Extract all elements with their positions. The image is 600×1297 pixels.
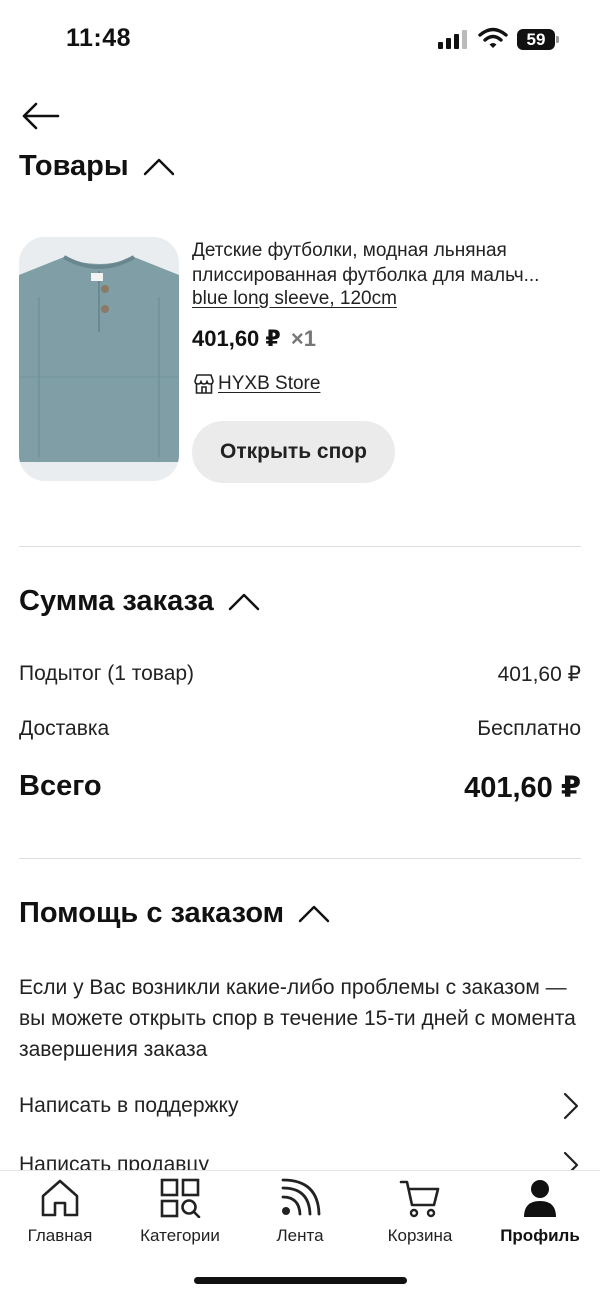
- battery-cap: [556, 36, 559, 43]
- categories-icon: [160, 1178, 201, 1218]
- total-label: Всего: [19, 770, 102, 802]
- help-section-title: Помощь с заказом: [19, 897, 285, 929]
- product-quantity: ×1: [290, 326, 316, 351]
- battery-indicator: 59: [517, 29, 559, 50]
- cellular-signal-icon: [438, 30, 467, 49]
- divider: [19, 546, 581, 547]
- tab-home[interactable]: Главная: [0, 1177, 120, 1247]
- cart-icon: [399, 1180, 440, 1218]
- shirt-image: [19, 237, 179, 481]
- contact-support-label: Написать в поддержку: [19, 1094, 239, 1117]
- divider: [19, 858, 581, 859]
- contact-support-link[interactable]: Написать в поддержку: [19, 1084, 581, 1128]
- arrow-left-icon: [22, 102, 60, 130]
- summary-section-header[interactable]: Сумма заказа: [19, 585, 260, 618]
- products-section-header[interactable]: Товары: [19, 150, 175, 183]
- tab-profile-label: Профиль: [500, 1226, 580, 1245]
- tab-cart-label: Корзина: [387, 1226, 453, 1245]
- subtotal-row: Подытог (1 товар) 401,60 ₽: [19, 662, 581, 687]
- product-variant[interactable]: blue long sleeve, 120cm: [192, 288, 397, 310]
- feed-icon: [281, 1178, 321, 1216]
- profile-icon: [524, 1180, 556, 1217]
- store-icon: [194, 374, 214, 394]
- chevron-up-icon: [143, 158, 174, 175]
- store-name: HYXB Store: [218, 373, 321, 394]
- product-title[interactable]: Детские футболки, модная льняная плиссир…: [192, 238, 582, 288]
- home-icon: [41, 1179, 79, 1217]
- delivery-value: Бесплатно: [477, 717, 581, 740]
- total-row: Всего 401,60 ₽: [19, 770, 581, 805]
- open-dispute-button[interactable]: Открыть спор: [192, 421, 395, 483]
- wifi-icon: [478, 27, 508, 48]
- tab-categories[interactable]: Категории: [120, 1177, 240, 1247]
- tab-home-label: Главная: [27, 1226, 93, 1245]
- product-price-row: 401,60 ₽ ×1: [192, 326, 316, 352]
- tab-feed[interactable]: Лента: [240, 1177, 360, 1247]
- total-value: 401,60 ₽: [464, 772, 581, 804]
- delivery-label: Доставка: [19, 717, 110, 740]
- chevron-up-icon: [298, 905, 330, 922]
- products-section-title: Товары: [19, 150, 129, 182]
- product-title-line-2: плиссированная футболка для мальч...: [192, 265, 540, 286]
- product-price: 401,60 ₽: [192, 326, 281, 351]
- tab-profile[interactable]: Профиль: [480, 1177, 600, 1247]
- help-section-header[interactable]: Помощь с заказом: [19, 897, 330, 930]
- status-bar: 11:48 59: [0, 0, 600, 80]
- status-time: 11:48: [66, 24, 132, 52]
- product-image[interactable]: [19, 237, 179, 481]
- chevron-up-icon: [228, 593, 259, 610]
- tab-feed-label: Лента: [276, 1226, 324, 1245]
- subtotal-value: 401,60 ₽: [497, 663, 581, 686]
- tab-cart[interactable]: Корзина: [360, 1177, 480, 1247]
- chevron-right-icon: [563, 1092, 579, 1120]
- store-link[interactable]: HYXB Store: [192, 372, 320, 396]
- subtotal-label: Подытог (1 товар): [19, 662, 195, 685]
- summary-section-title: Сумма заказа: [19, 585, 214, 617]
- delivery-row: Доставка Бесплатно: [19, 717, 581, 741]
- home-indicator: [194, 1277, 407, 1284]
- help-text: Если у Вас возникли какие-либо проблемы …: [19, 976, 576, 1061]
- battery-level: 59: [517, 29, 555, 50]
- product-title-line-1: Детские футболки, модная льняная: [192, 240, 507, 261]
- back-button[interactable]: [18, 96, 62, 136]
- tab-categories-label: Категории: [140, 1226, 220, 1245]
